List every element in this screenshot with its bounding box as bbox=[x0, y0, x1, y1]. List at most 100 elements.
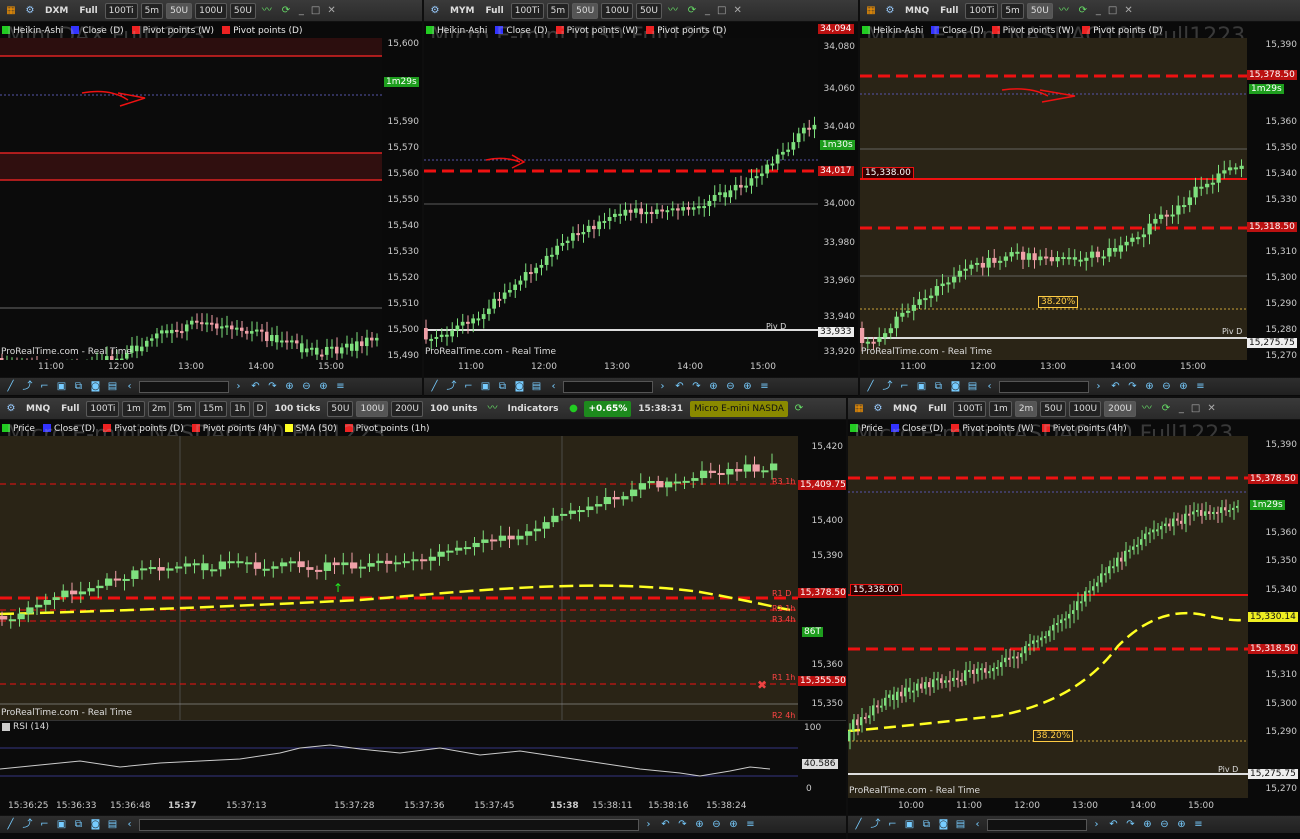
scrollbar[interactable] bbox=[139, 380, 229, 393]
undo-icon[interactable]: ↶ bbox=[248, 379, 263, 394]
zoom-out-icon[interactable]: ⊖ bbox=[1159, 379, 1174, 394]
zoom-fit-icon[interactable]: ⊕ bbox=[1142, 379, 1157, 394]
window-icon[interactable]: ▣ bbox=[54, 817, 69, 832]
scroll-left-icon[interactable]: ‹ bbox=[122, 379, 137, 394]
window-icon[interactable]: ▣ bbox=[478, 379, 493, 394]
indicators-icon[interactable]: 〰 bbox=[259, 3, 275, 19]
copy-icon[interactable]: ⧉ bbox=[71, 817, 86, 832]
scroll-right-icon[interactable]: › bbox=[655, 379, 670, 394]
camera-icon[interactable]: ◙ bbox=[948, 379, 963, 394]
scroll-left-icon[interactable]: ‹ bbox=[546, 379, 561, 394]
settings-icon[interactable]: ≡ bbox=[743, 817, 758, 832]
zoom-in-icon[interactable]: ⊕ bbox=[726, 817, 741, 832]
copy-icon[interactable]: ⧉ bbox=[919, 817, 934, 832]
share-icon[interactable]: ⤴ bbox=[20, 817, 35, 832]
layout-icon[interactable]: ▤ bbox=[965, 379, 980, 394]
scroll-right-icon[interactable]: › bbox=[1089, 817, 1104, 832]
close-icon[interactable]: ✕ bbox=[1205, 403, 1217, 414]
draw-line-icon[interactable]: ╱ bbox=[863, 379, 878, 394]
scrollbar[interactable] bbox=[139, 818, 639, 831]
tf-d-button[interactable]: D bbox=[252, 400, 268, 417]
layout-icon[interactable]: ▤ bbox=[105, 817, 120, 832]
minimize-icon[interactable]: _ bbox=[297, 5, 306, 16]
settings-icon[interactable]: ≡ bbox=[1191, 817, 1206, 832]
bracket-icon[interactable]: ⌐ bbox=[461, 379, 476, 394]
settings-icon[interactable]: ≡ bbox=[333, 379, 348, 394]
units-50-button[interactable]: 50U bbox=[166, 2, 193, 19]
undo-icon[interactable]: ↶ bbox=[672, 379, 687, 394]
undo-icon[interactable]: ↶ bbox=[1106, 817, 1121, 832]
draw-line-icon[interactable]: ╱ bbox=[851, 817, 866, 832]
units-50-button[interactable]: 50U bbox=[572, 2, 599, 19]
price-plot[interactable] bbox=[424, 38, 818, 360]
tf-2m-button[interactable]: 2m bbox=[147, 400, 171, 417]
units-100-button[interactable]: 100U bbox=[195, 2, 227, 19]
scrollbar[interactable] bbox=[563, 380, 653, 393]
indicators-icon[interactable]: 〰 bbox=[1139, 401, 1155, 417]
link-icon[interactable]: ⚙ bbox=[22, 3, 38, 19]
minimize-icon[interactable]: _ bbox=[1177, 403, 1186, 414]
bracket-icon[interactable]: ⌐ bbox=[885, 817, 900, 832]
draw-line-icon[interactable]: ╱ bbox=[427, 379, 442, 394]
timeframe-dropdown[interactable]: 5m bbox=[546, 2, 570, 19]
draw-line-icon[interactable]: ╱ bbox=[3, 379, 18, 394]
share-icon[interactable]: ⤴ bbox=[880, 379, 895, 394]
layout-icon[interactable]: ▤ bbox=[105, 379, 120, 394]
symbol-selector[interactable]: MYM bbox=[446, 3, 478, 19]
price-plot[interactable] bbox=[860, 38, 1247, 360]
redo-icon[interactable]: ↷ bbox=[265, 379, 280, 394]
price-plot[interactable]: ↑ ✖ bbox=[0, 436, 798, 720]
layout-icon[interactable]: ▤ bbox=[529, 379, 544, 394]
maximize-icon[interactable]: □ bbox=[1106, 5, 1119, 16]
units-200-button[interactable]: 200U bbox=[391, 400, 423, 417]
camera-icon[interactable]: ◙ bbox=[88, 379, 103, 394]
minimize-icon[interactable]: _ bbox=[1094, 5, 1103, 16]
ticks-button[interactable]: 100Ti bbox=[510, 2, 544, 19]
bracket-icon[interactable]: ⌐ bbox=[37, 817, 52, 832]
zoom-fit-icon[interactable]: ⊕ bbox=[706, 379, 721, 394]
tf-1m-button[interactable]: 1m bbox=[989, 400, 1012, 417]
units-100-button[interactable]: 100U bbox=[601, 2, 633, 19]
camera-icon[interactable]: ◙ bbox=[512, 379, 527, 394]
scrollbar[interactable] bbox=[999, 380, 1089, 393]
window-icon[interactable]: ▣ bbox=[54, 379, 69, 394]
share-icon[interactable]: ⤴ bbox=[868, 817, 883, 832]
copy-icon[interactable]: ⧉ bbox=[495, 379, 510, 394]
tf-2m-dropdown[interactable]: 2m bbox=[1014, 400, 1038, 417]
zoom-out-icon[interactable]: ⊖ bbox=[709, 817, 724, 832]
ticks-button[interactable]: 100Ti bbox=[86, 400, 120, 417]
tf-1h-button[interactable]: 1h bbox=[230, 400, 250, 417]
units-dropdown[interactable]: 50U bbox=[635, 2, 662, 19]
minimize-icon[interactable]: _ bbox=[703, 5, 712, 16]
scroll-left-icon[interactable]: ‹ bbox=[122, 817, 137, 832]
zoom-out-icon[interactable]: ⊖ bbox=[299, 379, 314, 394]
zoom-in-icon[interactable]: ⊕ bbox=[316, 379, 331, 394]
undo-icon[interactable]: ↶ bbox=[658, 817, 673, 832]
camera-icon[interactable]: ◙ bbox=[936, 817, 951, 832]
scroll-left-icon[interactable]: ‹ bbox=[982, 379, 997, 394]
mode-dropdown[interactable]: Full bbox=[936, 3, 962, 19]
price-plot[interactable] bbox=[848, 436, 1248, 798]
symbol-selector[interactable]: DXM bbox=[41, 3, 72, 19]
indicators-icon[interactable]: 〰 bbox=[484, 401, 500, 417]
price-plot[interactable] bbox=[0, 38, 382, 360]
units-dropdown[interactable]: 50U bbox=[229, 2, 256, 19]
scrollbar[interactable] bbox=[987, 818, 1087, 831]
undo-icon[interactable]: ↶ bbox=[1108, 379, 1123, 394]
link-icon[interactable]: ⚙ bbox=[870, 401, 886, 417]
refresh-icon[interactable]: ⟳ bbox=[791, 401, 807, 417]
units-dropdown[interactable]: 200U bbox=[1104, 400, 1136, 417]
symbol-selector[interactable]: MNQ bbox=[901, 3, 933, 19]
refresh-icon[interactable]: ⟳ bbox=[684, 3, 700, 19]
close-icon[interactable]: ✕ bbox=[325, 5, 337, 16]
indicators-icon[interactable]: 〰 bbox=[665, 3, 681, 19]
symbol-selector[interactable]: MNQ bbox=[22, 401, 54, 417]
ticks-button[interactable]: 100Ti bbox=[104, 2, 138, 19]
mode-dropdown[interactable]: Full bbox=[481, 3, 507, 19]
zoom-out-icon[interactable]: ⊖ bbox=[723, 379, 738, 394]
zoom-in-icon[interactable]: ⊕ bbox=[1174, 817, 1189, 832]
scroll-right-icon[interactable]: › bbox=[231, 379, 246, 394]
timeframe-dropdown[interactable]: 5m bbox=[1001, 2, 1024, 19]
window-icon[interactable]: ▣ bbox=[902, 817, 917, 832]
scroll-right-icon[interactable]: › bbox=[1091, 379, 1106, 394]
